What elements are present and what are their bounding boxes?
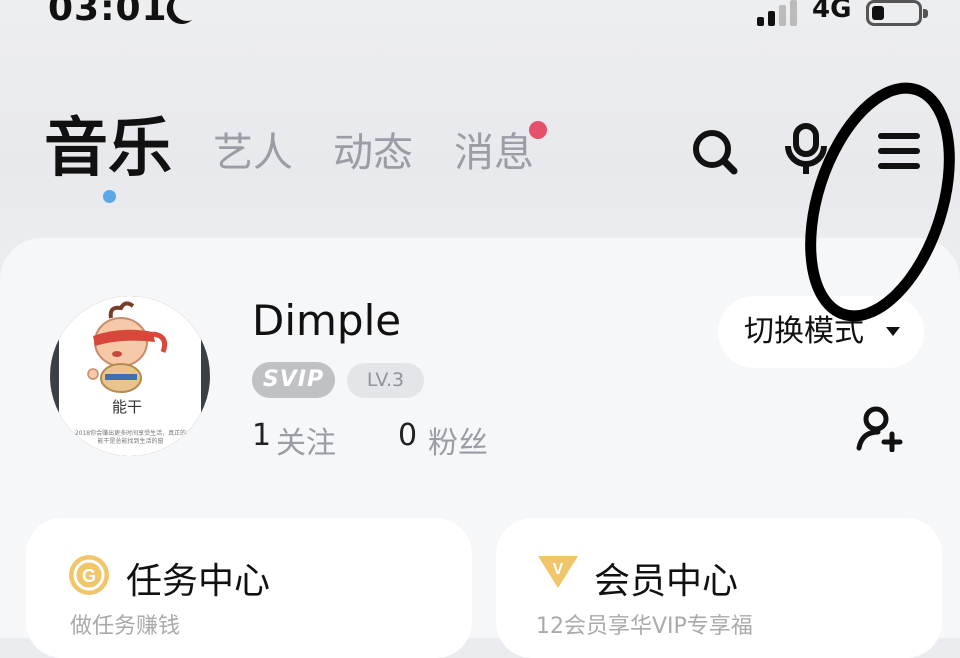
username[interactable]: Dimple: [252, 296, 401, 345]
coin-g-icon: G: [69, 555, 109, 595]
messages-badge: [529, 121, 547, 139]
svg-text:G: G: [82, 566, 96, 586]
tab-messages[interactable]: 消息: [454, 120, 534, 178]
vip-center-subtitle: 12会员享华VIP专享福: [536, 614, 753, 639]
level-badge[interactable]: LV.3: [347, 363, 424, 398]
svip-badge[interactable]: SVIP: [252, 362, 335, 398]
moon-icon: [166, 0, 192, 24]
followers-count[interactable]: 0: [398, 418, 417, 453]
cartoon-character-icon: [87, 301, 168, 393]
vip-diamond-icon: V: [538, 556, 578, 588]
chevron-down-icon: [886, 327, 900, 336]
add-friend-icon[interactable]: [854, 404, 904, 452]
following-label[interactable]: 关注: [276, 418, 336, 462]
tab-feed[interactable]: 动态: [333, 120, 413, 178]
active-tab-indicator: [103, 190, 116, 203]
avatar-small-text: 2018你会赚出更多时间享受生活，真正的能干是总能找到生活的窗: [74, 430, 187, 445]
task-center-subtitle: 做任务赚钱: [70, 614, 181, 639]
battery-icon: [866, 0, 928, 26]
vip-center-title: 会员中心: [594, 561, 739, 602]
status-time: 03:01: [48, 0, 168, 29]
signal-icon: [757, 0, 797, 26]
avatar-caption: 能干: [112, 398, 143, 416]
task-center-title: 任务中心: [126, 561, 271, 602]
followers-label[interactable]: 粉丝: [428, 418, 488, 462]
network-type: 4G: [812, 0, 852, 24]
svg-text:V: V: [553, 561, 564, 578]
search-icon[interactable]: [690, 127, 740, 177]
avatar[interactable]: 能干 2018你会赚出更多时间享受生活，真正的能干是总能找到生活的窗: [50, 296, 210, 456]
tab-artists[interactable]: 艺人: [213, 120, 293, 178]
annotation-ellipse: [805, 82, 955, 322]
following-count[interactable]: 1: [252, 418, 271, 453]
tab-music[interactable]: 音乐: [44, 97, 172, 189]
